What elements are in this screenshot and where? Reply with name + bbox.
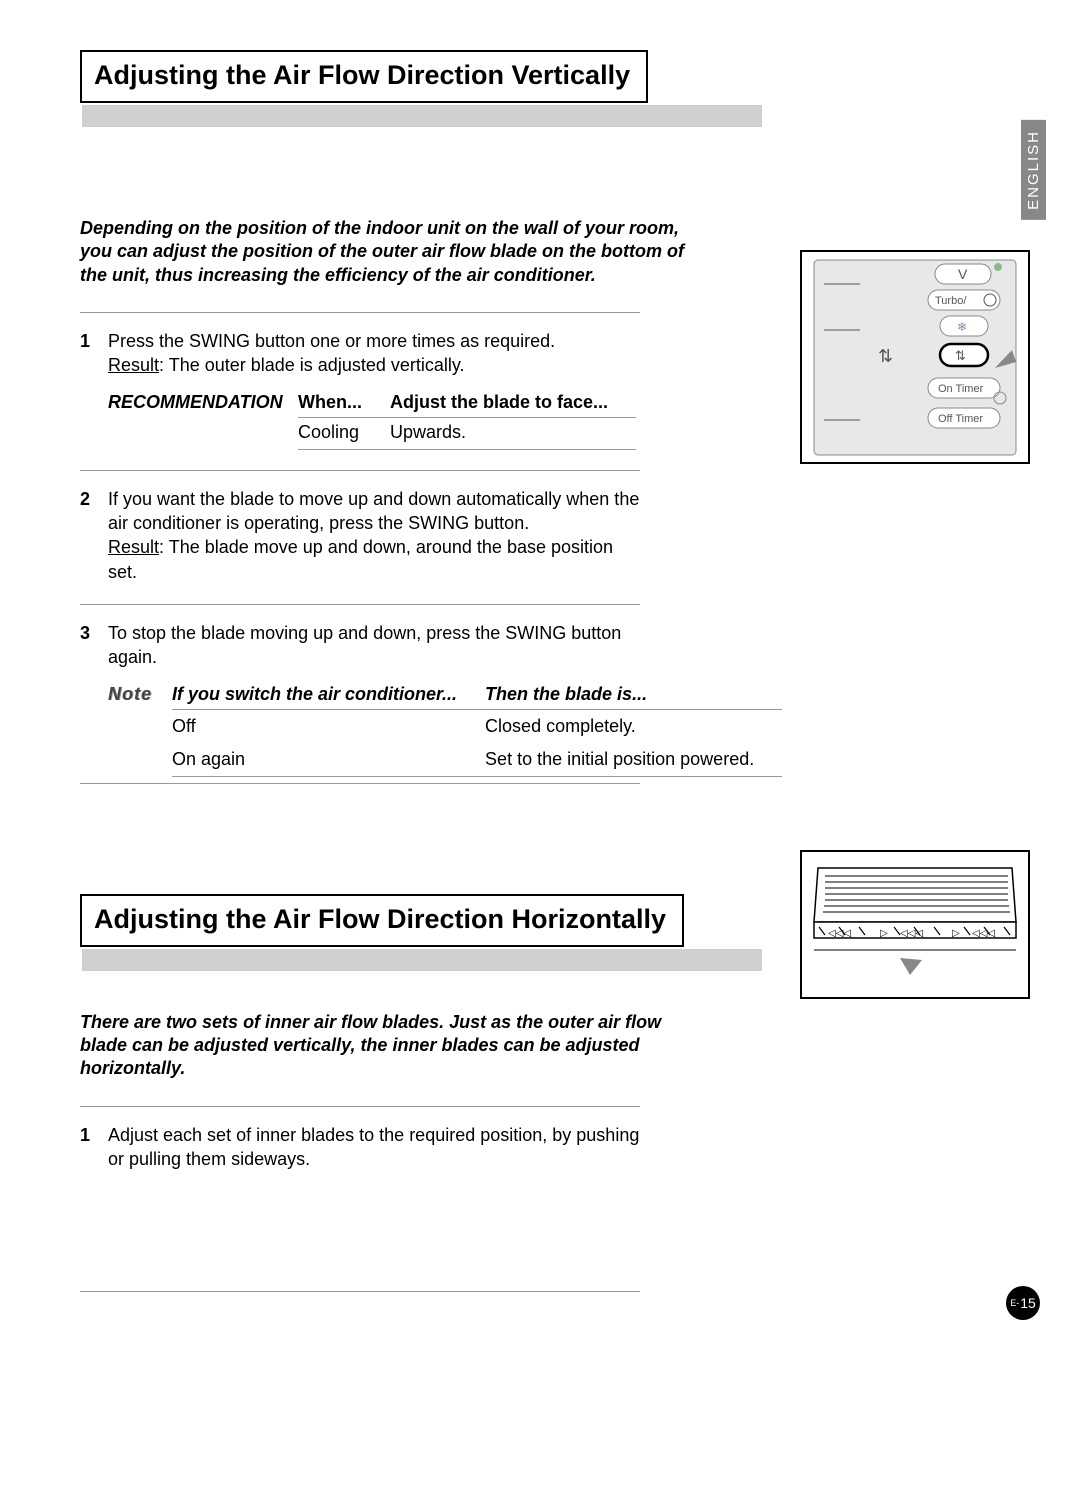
step-2: 2 If you want the blade to move up and d…	[80, 487, 640, 584]
note-header-2: Then the blade is...	[485, 684, 782, 710]
figure-unit: ◁◁◁ ▷ ◁◁◁ ▷ ◁◁◁	[800, 850, 1030, 1005]
note-cell: Off	[172, 709, 485, 743]
note-header-1: If you switch the air conditioner...	[172, 684, 485, 710]
svg-text:◁◁◁: ◁◁◁	[900, 928, 923, 939]
svg-text:⇅: ⇅	[878, 346, 893, 366]
step-3: 3 To stop the blade moving up and down, …	[80, 621, 640, 670]
svg-text:❄: ❄	[957, 320, 967, 334]
svg-text:◁◁◁: ◁◁◁	[972, 928, 995, 939]
svg-text:Turbo/: Turbo/	[935, 295, 967, 307]
result-text: : The outer blade is adjusted vertically…	[159, 355, 465, 375]
step-text: Adjust each set of inner blades to the r…	[108, 1125, 639, 1169]
heading-shadow	[82, 949, 762, 971]
recommendation-table: When... Adjust the blade to face... Cool…	[298, 392, 636, 450]
rec-header-when: When...	[298, 392, 390, 418]
result-label: Result	[108, 537, 159, 557]
step-number: 1	[80, 329, 108, 378]
note-cell: Set to the initial position powered.	[485, 743, 782, 777]
svg-text:▷: ▷	[952, 928, 960, 939]
step-1: 1 Press the SWING button one or more tim…	[80, 329, 640, 378]
step-number: 1	[80, 1123, 108, 1172]
note-cell: Closed completely.	[485, 709, 782, 743]
heading-shadow	[82, 105, 762, 127]
intro-text-vertical: Depending on the position of the indoor …	[80, 217, 700, 287]
step-1-horizontal: 1 Adjust each set of inner blades to the…	[80, 1123, 640, 1172]
page-number-badge: E-15	[1006, 1286, 1040, 1320]
step-number: 3	[80, 621, 108, 670]
recommendation-label: RECOMMENDATION	[108, 392, 298, 450]
svg-text:Off Timer: Off Timer	[938, 413, 983, 425]
step-text: If you want the blade to move up and dow…	[108, 489, 639, 533]
step-text: To stop the blade moving up and down, pr…	[108, 623, 621, 667]
figure-remote: ⇅ V Turbo/ ❄ ⇅ On Timer Off Timer	[800, 250, 1030, 470]
result-text: : The blade move up and down, around the…	[108, 537, 613, 581]
svg-text:⇅: ⇅	[955, 348, 966, 363]
svg-text:V: V	[958, 266, 968, 282]
intro-text-horizontal: There are two sets of inner air flow bla…	[80, 1011, 700, 1081]
section-title-vertical: Adjusting the Air Flow Direction Vertica…	[80, 50, 648, 103]
step-text: Press the SWING button one or more times…	[108, 331, 555, 351]
page-number: 15	[1020, 1295, 1036, 1311]
page-prefix: E-	[1010, 1298, 1019, 1308]
rec-cell-adjust: Upwards.	[390, 417, 636, 449]
note-cell: On again	[172, 743, 485, 777]
svg-text:◁◁◁: ◁◁◁	[828, 928, 851, 939]
note-label: Note	[108, 684, 172, 777]
result-label: Result	[108, 355, 159, 375]
rec-header-adjust: Adjust the blade to face...	[390, 392, 636, 418]
svg-text:On Timer: On Timer	[938, 383, 984, 395]
language-tab: ENGLISH	[1021, 120, 1046, 220]
section-title-horizontal: Adjusting the Air Flow Direction Horizon…	[80, 894, 684, 947]
rec-cell-when: Cooling	[298, 417, 390, 449]
svg-text:▷: ▷	[880, 928, 888, 939]
note-table: If you switch the air conditioner... The…	[172, 684, 782, 777]
step-number: 2	[80, 487, 108, 584]
